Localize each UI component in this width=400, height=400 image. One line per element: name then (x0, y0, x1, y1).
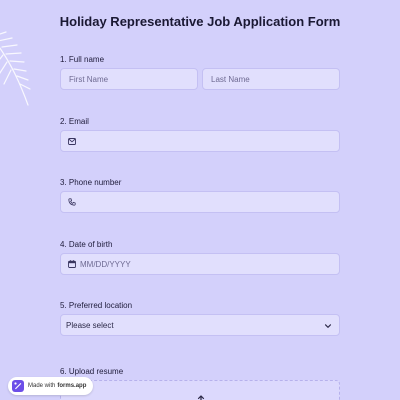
badge-brand: forms.app (57, 383, 87, 389)
last-name-input[interactable]: Last Name (202, 68, 340, 90)
envelope-icon (67, 136, 77, 146)
email-label: 2. Email (60, 117, 89, 126)
last-name-placeholder: Last Name (211, 74, 250, 84)
dob-label: 4. Date of birth (60, 240, 113, 249)
badge-prefix: Made with (28, 383, 56, 389)
dob-input[interactable]: MM/DD/YYYY (60, 253, 340, 275)
forms-app-logo-icon (12, 380, 24, 392)
dob-placeholder: MM/DD/YYYY (80, 259, 131, 269)
email-input[interactable] (60, 130, 340, 152)
resume-label: 6. Upload resume (60, 367, 124, 376)
calendar-icon (67, 259, 77, 269)
chevron-down-icon (323, 321, 333, 331)
phone-label: 3. Phone number (60, 178, 122, 187)
upload-icon (197, 395, 205, 400)
full-name-label: 1. Full name (60, 55, 105, 64)
made-with-badge[interactable]: Made with forms.app (8, 377, 94, 395)
resume-upload-dropzone[interactable] (60, 380, 340, 400)
form-title: Holiday Representative Job Application F… (59, 14, 341, 29)
location-selected-value: Please select (66, 320, 114, 330)
location-select[interactable]: Please select (60, 314, 340, 336)
phone-icon (67, 197, 77, 207)
location-label: 5. Preferred location (60, 301, 133, 310)
first-name-input[interactable]: First Name (60, 68, 198, 90)
first-name-placeholder: First Name (69, 74, 109, 84)
phone-input[interactable] (60, 191, 340, 213)
